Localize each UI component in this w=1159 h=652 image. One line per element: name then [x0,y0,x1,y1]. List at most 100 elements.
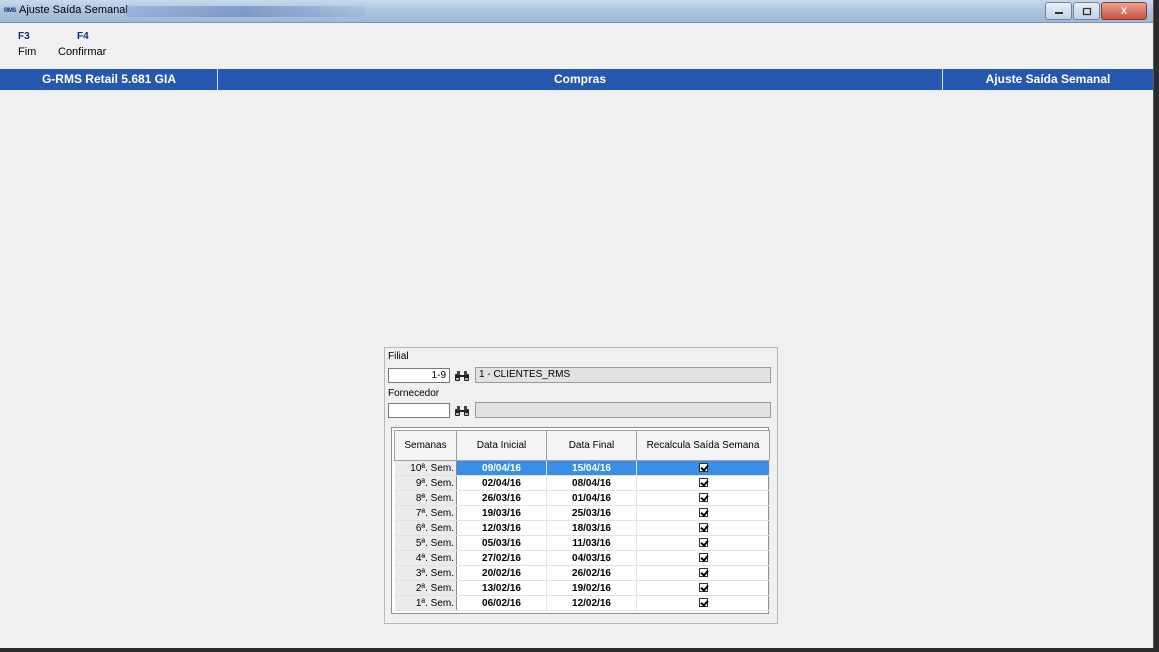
maximize-button[interactable] [1073,2,1100,20]
week-cell[interactable]: 10ª. Sem. [394,460,457,476]
blurred-taskbar-area [125,6,365,17]
column-header-data-inicial[interactable]: Data Inicial [456,430,547,461]
recalc-checkbox[interactable] [698,598,708,608]
start-date-cell[interactable]: 19/03/16 [456,505,547,521]
week-cell[interactable]: 5ª. Sem. [394,535,457,551]
minimize-icon [1054,12,1063,14]
recalc-cell [636,520,770,536]
end-date-cell[interactable]: 19/02/16 [546,580,637,596]
start-date-cell[interactable]: 02/04/16 [456,475,547,491]
fkey-label: Confirmar [58,46,107,58]
table-row[interactable]: 2ª. Sem. 13/02/16 19/02/16 [394,580,770,596]
table-header-row: Semanas Data Inicial Data Final Recalcul… [394,430,770,461]
column-header-data-final[interactable]: Data Final [546,430,637,461]
start-date-cell[interactable]: 05/03/16 [456,535,547,551]
recalc-cell [636,580,770,596]
recalc-checkbox[interactable] [698,478,708,488]
week-cell[interactable]: 6ª. Sem. [394,520,457,536]
recalc-cell [636,535,770,551]
window-controls: X [1044,2,1147,20]
start-date-cell[interactable]: 09/04/16 [456,460,547,476]
recalc-cell [636,490,770,506]
recalc-checkbox[interactable] [698,493,708,503]
table-row[interactable]: 9ª. Sem. 02/04/16 08/04/16 [394,475,770,491]
fornecedor-label: Fornecedor [388,388,440,399]
end-date-cell[interactable]: 04/03/16 [546,550,637,566]
recalc-cell [636,595,770,611]
end-date-cell[interactable]: 15/04/16 [546,460,637,476]
recalc-checkbox[interactable] [698,568,708,578]
fkey-fim[interactable]: F3 Fim [18,30,36,58]
fornecedor-input[interactable] [388,403,450,418]
week-cell[interactable]: 9ª. Sem. [394,475,457,491]
ajuste-form-panel: Filial 1-9 1 - CLIENTES_RMS Fornecedor S… [384,347,778,624]
window-title: Ajuste Saída Semanal [19,4,128,16]
recalc-cell [636,475,770,491]
weeks-table: Semanas Data Inicial Data Final Recalcul… [394,430,770,611]
fkey-confirmar[interactable]: F4 Confirmar [58,30,106,58]
recalc-checkbox[interactable] [698,508,708,518]
end-date-cell[interactable]: 01/04/16 [546,490,637,506]
end-date-cell[interactable]: 18/03/16 [546,520,637,536]
app-icon: RMS [4,8,16,14]
system-version: G-RMS Retail 5.681 GIA [41,72,177,86]
binoculars-icon [455,370,469,381]
recalc-cell [636,460,770,476]
recalc-checkbox[interactable] [698,583,708,593]
week-cell[interactable]: 8ª. Sem. [394,490,457,506]
week-cell[interactable]: 2ª. Sem. [394,580,457,596]
start-date-cell[interactable]: 26/03/16 [456,490,547,506]
table-row[interactable]: 5ª. Sem. 05/03/16 11/03/16 [394,535,770,551]
binoculars-icon [455,405,469,416]
close-button[interactable]: X [1101,2,1147,20]
fkey-code: F3 [18,31,30,42]
end-date-cell[interactable]: 08/04/16 [546,475,637,491]
end-date-cell[interactable]: 26/02/16 [546,565,637,581]
table-row[interactable]: 3ª. Sem. 20/02/16 26/02/16 [394,565,770,581]
table-row[interactable]: 1ª. Sem. 06/02/16 12/02/16 [394,595,770,611]
table-row[interactable]: 8ª. Sem. 26/03/16 01/04/16 [394,490,770,506]
filial-input[interactable]: 1-9 [388,368,450,383]
start-date-cell[interactable]: 06/02/16 [456,595,547,611]
table-row[interactable]: 10ª. Sem. 09/04/16 15/04/16 [394,460,770,476]
weeks-grid: Semanas Data Inicial Data Final Recalcul… [391,427,770,614]
week-cell[interactable]: 1ª. Sem. [394,595,457,611]
fkey-code: F4 [77,31,89,42]
table-row[interactable]: 7ª. Sem. 19/03/16 25/03/16 [394,505,770,521]
app-window: RMS Ajuste Saída Semanal X F3 Fim F4 Con… [0,0,1154,648]
screen-name: Ajuste Saída Semanal [985,72,1111,86]
week-cell[interactable]: 3ª. Sem. [394,565,457,581]
title-bar: RMS Ajuste Saída Semanal X [0,0,1153,23]
recalc-checkbox[interactable] [698,463,708,473]
recalc-checkbox[interactable] [698,553,708,563]
end-date-cell[interactable]: 12/02/16 [546,595,637,611]
recalc-cell [636,505,770,521]
filial-search-button[interactable] [453,368,471,383]
recalc-checkbox[interactable] [698,538,708,548]
fornecedor-search-button[interactable] [453,403,471,418]
recalc-cell [636,565,770,581]
start-date-cell[interactable]: 20/02/16 [456,565,547,581]
recalc-cell [636,550,770,566]
week-cell[interactable]: 4ª. Sem. [394,550,457,566]
module-header-bar: G-RMS Retail 5.681 GIA Compras Ajuste Sa… [0,69,1153,90]
start-date-cell[interactable]: 27/02/16 [456,550,547,566]
table-row[interactable]: 4ª. Sem. 27/02/16 04/03/16 [394,550,770,566]
week-cell[interactable]: 7ª. Sem. [394,505,457,521]
filial-name-display: 1 - CLIENTES_RMS [475,367,771,383]
end-date-cell[interactable]: 11/03/16 [546,535,637,551]
start-date-cell[interactable]: 13/02/16 [456,580,547,596]
fornecedor-name-display [475,402,771,418]
restore-icon [1082,7,1091,15]
minimize-button[interactable] [1045,2,1072,20]
filial-label: Filial [388,351,409,362]
column-header-recalcula[interactable]: Recalcula Saída Semana [636,430,770,461]
end-date-cell[interactable]: 25/03/16 [546,505,637,521]
weeks-table-body: 10ª. Sem. 09/04/16 15/04/16 9ª. Sem. 02/04/1… [394,460,770,611]
fkey-label: Fim [18,46,37,58]
module-name: Compras [553,72,606,86]
recalc-checkbox[interactable] [698,523,708,533]
start-date-cell[interactable]: 12/03/16 [456,520,547,536]
column-header-semanas[interactable]: Semanas [394,430,457,461]
table-row[interactable]: 6ª. Sem. 12/03/16 18/03/16 [394,520,770,536]
